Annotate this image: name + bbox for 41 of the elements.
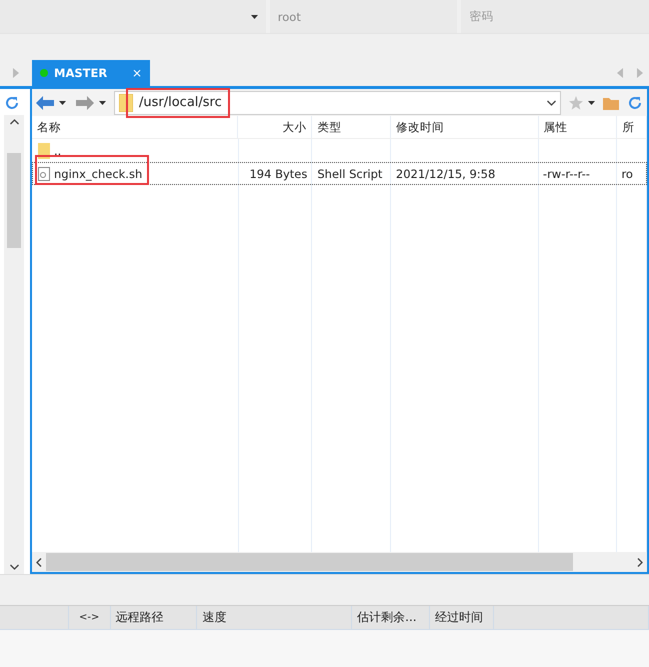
column-header[interactable]: 修改时间 — [391, 116, 539, 138]
column-header[interactable]: 经过时间 — [430, 606, 494, 629]
scroll-right-icon[interactable] — [637, 558, 643, 566]
dropdown-caret-icon[interactable] — [588, 100, 595, 104]
column-header[interactable]: 属性 — [538, 116, 618, 138]
path-field[interactable]: /usr/local/src — [114, 90, 561, 114]
back-icon[interactable] — [36, 96, 54, 110]
scroll-down-icon[interactable] — [10, 564, 18, 570]
dropdown-chevron-icon[interactable] — [547, 100, 556, 106]
permissions-cell-text: -rw-r--r-- — [542, 166, 591, 180]
script-file-icon — [38, 166, 50, 180]
dropdown-caret-icon[interactable] — [250, 14, 258, 18]
file-row[interactable]: .. — [32, 139, 647, 162]
vertical-scrollbar[interactable] — [4, 115, 24, 574]
scroll-left-icon[interactable] — [36, 558, 42, 566]
file-row[interactable]: nginx_check.sh 194 Bytes Shell Script 2021/12/15, 9:58 -rw-r--r-- ro — [32, 162, 647, 185]
column-header[interactable]: 所 — [617, 116, 647, 138]
horizontal-scrollbar[interactable] — [32, 552, 647, 572]
host-field[interactable] — [0, 0, 266, 33]
column-header[interactable]: 远程路径 — [110, 606, 198, 629]
size-cell-text: 194 Bytes — [248, 166, 308, 180]
home-folder-icon[interactable] — [603, 96, 619, 110]
column-header[interactable]: 类型 — [312, 116, 392, 138]
refresh-icon[interactable] — [627, 94, 643, 110]
dropdown-caret-icon[interactable] — [59, 100, 66, 104]
column-header[interactable]: 速度 — [197, 606, 352, 629]
star-icon[interactable] — [569, 96, 583, 110]
scrollbar-thumb[interactable] — [7, 153, 21, 248]
column-header[interactable]: <-> — [68, 606, 111, 629]
column-header[interactable]: 大小 — [238, 116, 312, 138]
date-cell-text: 2021/12/15, 9:58 — [394, 166, 496, 180]
column-header[interactable]: 估计剩余... — [352, 606, 430, 629]
type-cell-text: Shell Script — [316, 166, 384, 180]
refresh-icon[interactable] — [4, 95, 20, 111]
session-tab[interactable]: MASTER × — [32, 60, 150, 86]
forward-icon[interactable] — [76, 96, 94, 110]
scroll-up-icon[interactable] — [10, 119, 18, 125]
owner-cell-text: ro — [620, 166, 634, 180]
scrollbar-thumb[interactable] — [46, 553, 573, 571]
column-header[interactable]: 名称 — [32, 116, 238, 138]
dropdown-caret-icon[interactable] — [99, 100, 106, 104]
